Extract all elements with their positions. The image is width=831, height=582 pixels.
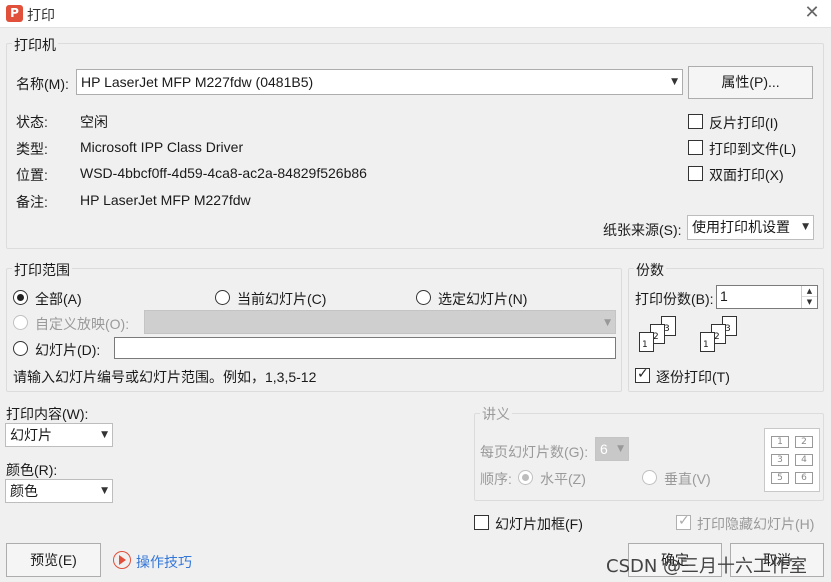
copies-count-value: 1 xyxy=(720,288,728,304)
copies-stepper[interactable]: 1 ▲ ▼ xyxy=(716,285,818,309)
printer-name-select[interactable]: HP LaserJet MFP M227fdw (0481B5) ▼ xyxy=(76,69,683,95)
tips-link[interactable]: 操作技巧 xyxy=(136,552,192,572)
status-label: 状态: xyxy=(16,114,48,130)
collate-illustration-1: 3 2 1 xyxy=(639,316,683,356)
collate-page: 1 xyxy=(639,332,654,352)
location-value: WSD-4bbcf0ff-4d59-4ca8-ac2a-84829f526b86 xyxy=(80,165,367,181)
order-horizontal-label: 水平(Z) xyxy=(540,471,586,487)
handout-cell: 1 xyxy=(771,436,789,448)
print-hidden-checkbox[interactable] xyxy=(676,513,691,530)
reverse-print-checkbox[interactable] xyxy=(688,114,703,129)
watermark: CSDN @三月十六工作室 xyxy=(606,556,808,577)
range-slides-label: 幻灯片(D): xyxy=(35,342,101,358)
reverse-print-label: 反片打印(I) xyxy=(709,115,779,131)
handout-cell: 2 xyxy=(795,436,813,448)
chevron-down-icon: ▼ xyxy=(101,486,108,496)
collate-checkbox[interactable] xyxy=(635,366,650,383)
handout-preview: 1 2 3 4 5 6 xyxy=(764,428,820,492)
chevron-down-icon[interactable]: ▼ xyxy=(802,297,817,308)
duplex-label: 双面打印(X) xyxy=(709,167,784,183)
handout-group-label: 讲义 xyxy=(480,404,512,424)
frame-slides-label: 幻灯片加框(F) xyxy=(495,516,583,532)
collate-label: 逐份打印(T) xyxy=(656,369,730,385)
chevron-down-icon: ▼ xyxy=(802,222,809,232)
color-select[interactable]: 颜色 ▼ xyxy=(5,479,113,503)
frame-slides-checkbox[interactable] xyxy=(474,515,489,530)
paper-source-select[interactable]: 使用打印机设置 ▼ xyxy=(687,215,814,240)
print-range-group-label: 打印范围 xyxy=(12,260,72,280)
close-icon[interactable]: ✕ xyxy=(802,3,822,23)
duplex-checkbox[interactable] xyxy=(688,166,703,181)
order-vertical-radio[interactable] xyxy=(642,470,657,485)
comment-value: HP LaserJet MFP M227fdw xyxy=(80,192,251,208)
type-label: 类型: xyxy=(16,141,48,157)
handout-cell: 3 xyxy=(771,454,789,466)
range-slides-radio[interactable] xyxy=(13,341,28,356)
chevron-down-icon: ▼ xyxy=(671,77,678,87)
slides-input[interactable] xyxy=(114,337,616,359)
copies-group-label: 份数 xyxy=(634,260,666,280)
collate-page: 1 xyxy=(700,332,715,352)
handout-cell: 5 xyxy=(771,472,789,484)
range-all-radio[interactable] xyxy=(13,290,28,305)
copies-count-label: 打印份数(B): xyxy=(635,291,714,307)
range-custom-radio[interactable] xyxy=(13,315,28,330)
paper-source-label: 纸张来源(S): xyxy=(603,222,682,238)
chevron-up-icon[interactable]: ▲ xyxy=(802,286,817,297)
print-to-file-checkbox[interactable] xyxy=(688,140,703,155)
window-title: 打印 xyxy=(27,7,55,23)
print-what-select[interactable]: 幻灯片 ▼ xyxy=(5,423,113,447)
range-all-label: 全部(A) xyxy=(35,291,82,307)
order-label: 顺序: xyxy=(480,471,512,487)
per-page-select[interactable]: 6 ▼ xyxy=(595,437,629,461)
properties-button[interactable]: 属性(P)... xyxy=(688,66,813,99)
range-selected-label: 选定幻灯片(N) xyxy=(438,291,528,307)
location-label: 位置: xyxy=(16,167,48,183)
print-to-file-label: 打印到文件(L) xyxy=(709,141,797,157)
range-selected-radio[interactable] xyxy=(416,290,431,305)
type-value: Microsoft IPP Class Driver xyxy=(80,139,244,155)
print-what-value: 幻灯片 xyxy=(10,427,52,443)
order-horizontal-radio[interactable] xyxy=(518,470,533,485)
collate-illustration-2: 3 2 1 xyxy=(700,316,744,356)
per-page-label: 每页幻灯片数(G): xyxy=(480,444,589,460)
range-custom-label: 自定义放映(O): xyxy=(35,316,130,332)
presentation-app-icon: P xyxy=(6,5,23,22)
preview-button[interactable]: 预览(E) xyxy=(6,543,101,577)
handout-cell: 6 xyxy=(795,472,813,484)
printer-name-label: 名称(M): xyxy=(16,76,69,92)
chevron-down-icon: ▼ xyxy=(604,318,611,328)
print-hidden-label: 打印隐藏幻灯片(H) xyxy=(697,516,815,532)
range-current-label: 当前幻灯片(C) xyxy=(237,291,327,307)
print-what-label: 打印内容(W): xyxy=(6,406,89,422)
status-value: 空闲 xyxy=(80,114,108,130)
printer-group-label: 打印机 xyxy=(12,35,58,55)
stepper-buttons: ▲ ▼ xyxy=(801,286,817,308)
chevron-down-icon: ▼ xyxy=(617,444,624,454)
handout-cell: 4 xyxy=(795,454,813,466)
color-label: 颜色(R): xyxy=(6,462,58,478)
paper-source-value: 使用打印机设置 xyxy=(692,219,790,235)
range-current-radio[interactable] xyxy=(215,290,230,305)
chevron-down-icon: ▼ xyxy=(101,430,108,440)
comment-label: 备注: xyxy=(16,194,48,210)
color-value: 颜色 xyxy=(10,483,38,499)
range-hint: 请输入幻灯片编号或幻灯片范围。例如，1,3,5-12 xyxy=(13,369,317,385)
order-vertical-label: 垂直(V) xyxy=(664,471,711,487)
play-circle-icon[interactable] xyxy=(113,551,131,569)
printer-name-value: HP LaserJet MFP M227fdw (0481B5) xyxy=(81,74,314,90)
custom-show-select[interactable]: ▼ xyxy=(144,310,616,334)
title-bar: P 打印 ✕ xyxy=(0,0,831,28)
per-page-value: 6 xyxy=(600,441,608,457)
